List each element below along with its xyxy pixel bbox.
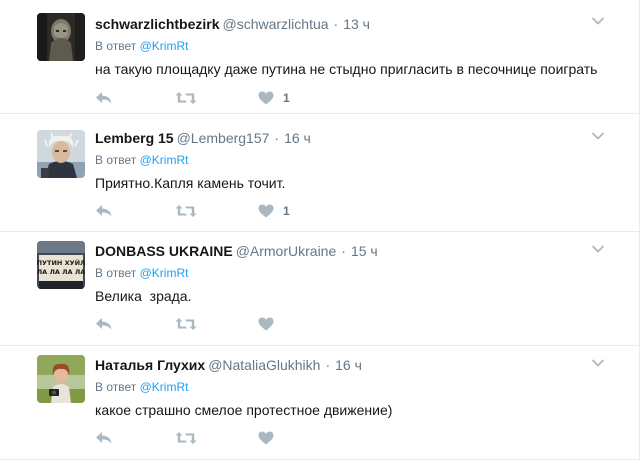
reply-mention-link[interactable]: @KrimRt: [140, 153, 189, 167]
author-handle[interactable]: @ArmorUkraine: [236, 243, 337, 259]
chevron-down-icon[interactable]: [591, 14, 605, 28]
retweet-button[interactable]: [175, 90, 197, 106]
tweet-text: Велика зрада.: [95, 288, 192, 304]
tweet-text: на такую площадку даже путина не стыдно …: [95, 61, 598, 77]
tweet-actions: [95, 316, 355, 332]
reply-button[interactable]: [95, 203, 113, 219]
tweet-text: Приятно.Капля камень точит.: [95, 175, 286, 191]
retweet-icon: [175, 431, 197, 445]
like-button[interactable]: 1: [258, 90, 290, 106]
separator-dot: ·: [325, 357, 331, 373]
like-count: 1: [283, 204, 290, 218]
tweet-actions: 1: [95, 203, 355, 219]
reply-context: В ответ @KrimRt: [95, 266, 188, 281]
reply-prefix: В ответ: [95, 380, 137, 394]
tweet: schwarzlichtbezirk @schwarzlichtua · 13 ч В…: [0, 0, 639, 114]
avatar-sign-line-1: ПУТИН ХУЙЛ: [37, 258, 85, 267]
tweet-header: Lemberg 15 @Lemberg157 · 16 ч: [95, 129, 311, 147]
author-handle[interactable]: @Lemberg157: [177, 130, 270, 146]
retweet-button[interactable]: [175, 430, 197, 446]
like-count: 1: [283, 91, 290, 105]
author-handle[interactable]: @schwarzlichtua: [223, 16, 329, 32]
reply-icon: [95, 317, 113, 331]
heart-icon: [258, 317, 274, 331]
avatar-sign-line-2: ЛА ЛА ЛА ЛА: [37, 268, 85, 276]
tweet: Lemberg 15 @Lemberg157 · 16 ч В ответ @Krim…: [0, 119, 639, 232]
reply-mention-link[interactable]: @KrimRt: [140, 39, 189, 53]
reply-icon: [95, 204, 113, 218]
author-name[interactable]: Lemberg 15: [95, 130, 174, 146]
tweet-text: какое страшно смелое протестное движение…: [95, 402, 393, 418]
author-name[interactable]: Наталья Глухих: [95, 357, 205, 373]
heart-icon: [258, 431, 274, 445]
reply-button[interactable]: [95, 430, 113, 446]
tweet: ПУТИН ХУЙЛ ЛА ЛА ЛА ЛА DONBASS UKRAINE @A…: [0, 232, 639, 346]
reply-mention-link[interactable]: @KrimRt: [140, 380, 189, 394]
author-name[interactable]: DONBASS UKRAINE: [95, 243, 233, 259]
heart-icon: [258, 204, 274, 218]
separator-dot: ·: [333, 16, 339, 32]
retweet-icon: [175, 91, 197, 105]
author-handle[interactable]: @NataliaGlukhikh: [208, 357, 320, 373]
avatar[interactable]: [37, 130, 85, 178]
reply-context: В ответ @KrimRt: [95, 153, 188, 168]
retweet-icon: [175, 317, 197, 331]
tweet-header: DONBASS UKRAINE @ArmorUkraine · 15 ч: [95, 242, 378, 260]
reply-icon: [95, 91, 113, 105]
separator-dot: ·: [341, 243, 346, 259]
author-name[interactable]: schwarzlichtbezirk: [95, 16, 220, 32]
like-button[interactable]: [258, 430, 283, 446]
retweet-button[interactable]: [175, 316, 197, 332]
avatar[interactable]: [37, 13, 85, 61]
retweet-icon: [175, 204, 197, 218]
reply-button[interactable]: [95, 90, 113, 106]
tweet: Наталья Глухих @NataliaGlukhikh · 16 ч В от…: [0, 346, 639, 460]
avatar[interactable]: [37, 355, 85, 403]
tweet-header: Наталья Глухих @NataliaGlukhikh · 16 ч: [95, 356, 362, 374]
reply-prefix: В ответ: [95, 39, 137, 53]
tweet-timestamp[interactable]: 16 ч: [284, 130, 311, 146]
reply-context: В ответ @KrimRt: [95, 380, 188, 395]
reply-prefix: В ответ: [95, 266, 137, 280]
chevron-down-icon[interactable]: [591, 356, 605, 370]
tweet-timestamp[interactable]: 13 ч: [343, 16, 370, 32]
separator-dot: ·: [274, 130, 280, 146]
like-button[interactable]: [258, 316, 283, 332]
tweet-actions: 1: [95, 90, 355, 106]
reply-prefix: В ответ: [95, 153, 137, 167]
heart-icon: [258, 91, 274, 105]
avatar[interactable]: ПУТИН ХУЙЛ ЛА ЛА ЛА ЛА: [37, 241, 85, 289]
tweet-header: schwarzlichtbezirk @schwarzlichtua · 13 ч: [95, 15, 370, 33]
chevron-down-icon[interactable]: [591, 242, 605, 256]
tweet-feed: schwarzlichtbezirk @schwarzlichtua · 13 ч В…: [0, 0, 640, 460]
chevron-down-icon[interactable]: [591, 129, 605, 143]
tweet-timestamp[interactable]: 16 ч: [335, 357, 362, 373]
tweet-timestamp[interactable]: 15 ч: [351, 243, 378, 259]
tweet-actions: [95, 430, 355, 446]
reply-icon: [95, 431, 113, 445]
reply-context: В ответ @KrimRt: [95, 39, 188, 54]
reply-button[interactable]: [95, 316, 113, 332]
like-button[interactable]: 1: [258, 203, 290, 219]
retweet-button[interactable]: [175, 203, 197, 219]
reply-mention-link[interactable]: @KrimRt: [140, 266, 189, 280]
